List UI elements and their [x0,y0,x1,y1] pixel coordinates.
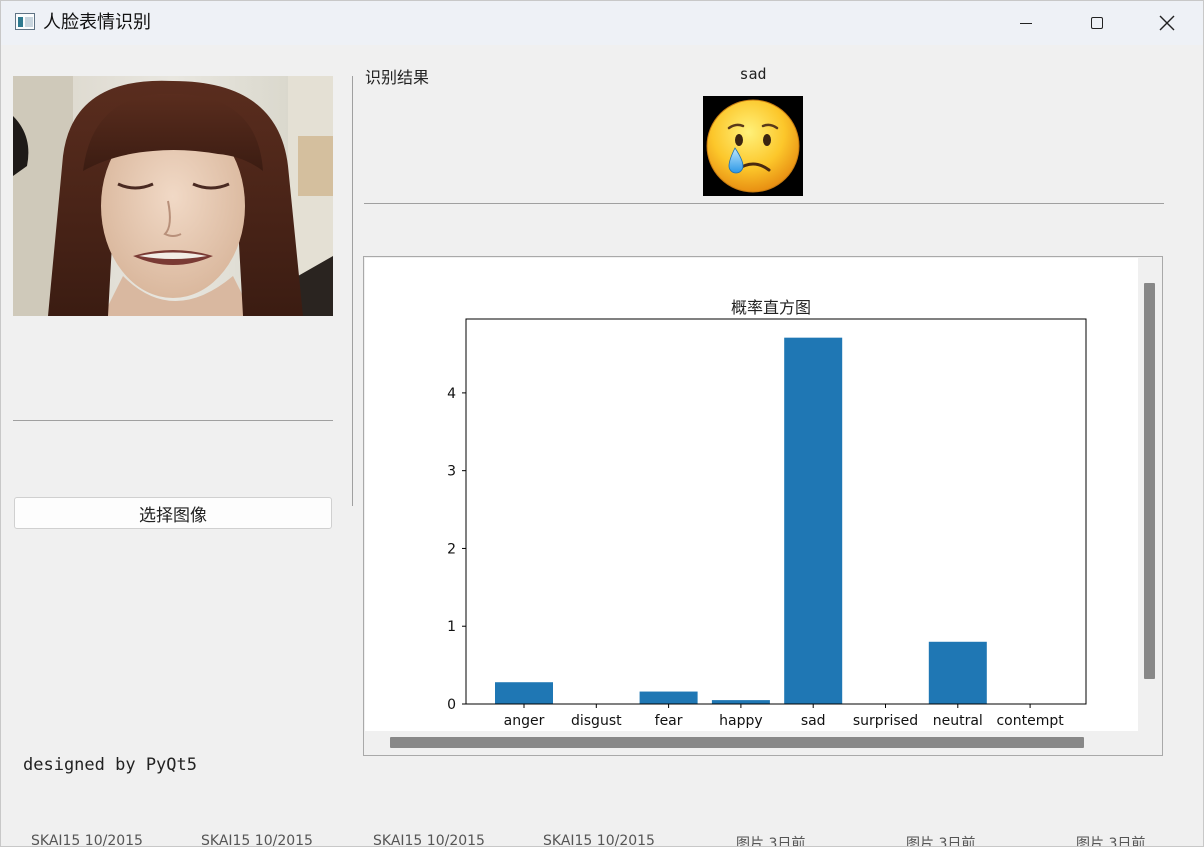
bar-happy [711,700,770,704]
x-tick-label-anger: anger [504,713,545,729]
result-separator [364,203,1164,204]
close-icon [1159,15,1175,31]
chart-canvas: 概率直方图 0 1 2 3 4 anger disgust fear happy sad surp… [365,258,1138,731]
minimize-icon [1020,22,1032,24]
background-text-2: SKAI15 10/2015 [201,833,313,847]
vertical-scrollbar[interactable] [1144,283,1155,679]
background-text-3: SKAI15 10/2015 [373,833,485,847]
y-tick-label-2: 2 [447,541,456,557]
bar-fear [639,691,698,704]
x-tick-label-contempt: contempt [996,713,1064,729]
maximize-button[interactable] [1062,1,1132,45]
y-tick-label-4: 4 [447,386,456,402]
background-text-7: 图片 3日前 [1076,836,1146,847]
x-tick-label-happy: happy [719,713,763,729]
window-title: 人脸表情识别 [43,12,151,33]
bar-sad [784,337,843,704]
result-label: 识别结果 [365,68,430,87]
chart-scroll-area[interactable]: 概率直方图 0 1 2 3 4 anger disgust fear happy sad surp… [363,256,1163,756]
background-text-6: 图片 3日前 [906,836,976,847]
x-tick-label-surprised: surprised [853,713,918,729]
app-window: 人脸表情识别 选择图像 designed by PyQt5 识别结果 sad 概… [0,0,1204,847]
probability-histogram-chart: 概率直方图 0 1 2 3 4 anger disgust fear happy sad surp… [447,298,1087,729]
x-tick-label-fear: fear [655,713,683,729]
select-image-button[interactable]: 选择图像 [14,497,332,529]
result-emotion: sad [739,65,767,83]
y-tick-label-0: 0 [447,697,456,713]
plot-area-frame [465,318,1087,705]
crying-face-icon [703,96,803,196]
left-separator [13,420,333,421]
panel-divider [352,76,353,506]
x-tick-label-neutral: neutral [933,713,983,729]
horizontal-scrollbar[interactable] [390,737,1084,748]
background-text-4: SKAI15 10/2015 [543,833,655,847]
y-tick-label-3: 3 [447,464,456,480]
title-bar[interactable]: 人脸表情识别 [1,1,1203,45]
face-image [13,76,333,316]
bar-neutral [928,641,987,704]
x-tick-label-sad: sad [801,713,826,729]
app-icon [15,13,35,30]
minimize-button[interactable] [991,1,1061,45]
close-button[interactable] [1132,1,1202,45]
background-text-5: 图片 3日前 [736,836,806,847]
credit-text: designed by PyQt5 [23,755,197,775]
chart-title: 概率直方图 [731,298,811,317]
y-tick-label-1: 1 [447,619,456,635]
x-tick-label-disgust: disgust [571,713,622,729]
maximize-icon [1091,17,1103,29]
bar-anger [495,682,553,704]
background-text-1: SKAI15 10/2015 [31,833,143,847]
